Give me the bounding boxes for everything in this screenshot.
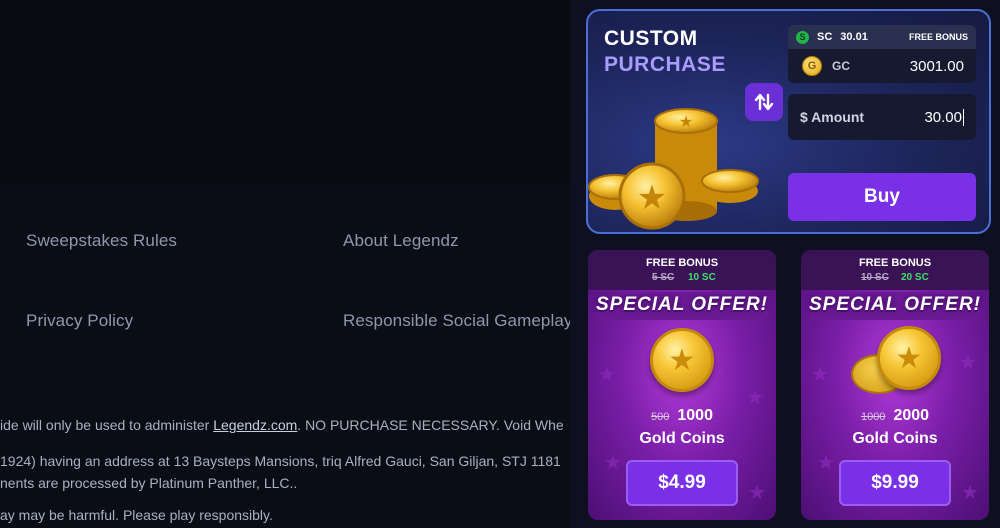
offer-card-1[interactable]: FREE BONUS 5 SC 10 SC ★ ★ ★ ★ SPECIAL OF… (588, 250, 776, 520)
price-button-999[interactable]: $9.99 (839, 460, 951, 506)
sc-coin-icon: S (796, 30, 809, 44)
swap-currency-button[interactable] (745, 83, 783, 121)
star-decoration-icon: ★ (748, 482, 766, 504)
link-about-legendz[interactable]: About Legendz (343, 231, 459, 251)
footer-area: Sweepstakes Rules About Legendz Privacy … (0, 0, 573, 528)
star-decoration-icon: ★ (604, 452, 622, 474)
gold-coin-icon: ★ (650, 328, 714, 392)
offer-header (588, 250, 776, 290)
sc-label: SC (817, 31, 833, 43)
coin-amount: 500 1000 (588, 407, 776, 425)
disclaimer-line-1: ide will only be used to administer Lege… (0, 417, 570, 433)
link-responsible-gameplay[interactable]: Responsible Social Gameplay (343, 311, 573, 331)
custom-purchase-title: CUSTOM (604, 27, 698, 50)
link-sweepstakes-rules[interactable]: Sweepstakes Rules (26, 231, 177, 251)
free-bonus-label: FREE BONUS (908, 32, 968, 42)
gc-value: 3001.00 (909, 57, 964, 75)
star-decoration-icon: ★ (959, 352, 977, 374)
footer-top-blank (0, 0, 570, 185)
svg-text:★: ★ (637, 178, 667, 218)
offer-card-2[interactable]: FREE BONUS 10 SC 20 SC ★ ★ ★ ★ SPECIAL O… (801, 250, 989, 520)
gc-label: GC (832, 59, 850, 73)
disclaimer-text: ide will only be used to administer (0, 417, 214, 433)
gc-display: G GC 3001.00 (788, 49, 976, 83)
gold-coin-icon: ★ (877, 326, 941, 390)
disclaimer-text: . NO PURCHASE NECESSARY. Void Whe (297, 417, 564, 433)
coin-amount: 1000 2000 (801, 407, 989, 425)
offer-header (801, 250, 989, 290)
disclaimer-line-3: nents are processed by Platinum Panther,… (0, 475, 298, 491)
gc-coin-icon: G (802, 56, 822, 76)
old-sc-bonus: 5 SC (652, 272, 675, 283)
amount-label: $ Amount (800, 109, 865, 125)
star-decoration-icon: ★ (598, 364, 616, 386)
custom-purchase-card: CUSTOM PURCHASE ★ ★ S SC 30.01 FREE BONU… (586, 9, 991, 234)
gold-coins-label: Gold Coins (852, 430, 938, 447)
legendz-link[interactable]: Legendz.com (213, 417, 297, 433)
svg-text:★: ★ (679, 112, 693, 131)
new-coin-amount: 2000 (893, 407, 930, 424)
star-decoration-icon: ★ (817, 452, 835, 474)
old-coin-amount: 1000 (860, 411, 886, 423)
amount-value[interactable]: 30.00 (924, 108, 964, 126)
special-offer-title: SPECIAL OFFER! (596, 294, 768, 315)
old-sc-bonus: 10 SC (861, 272, 889, 283)
buy-button[interactable]: Buy (788, 173, 976, 221)
new-coin-amount: 1000 (677, 407, 713, 424)
new-sc-bonus: 20 SC (901, 272, 929, 283)
special-offer-title: SPECIAL OFFER! (809, 294, 981, 315)
star-decoration-icon: ★ (961, 482, 979, 504)
new-sc-bonus: 10 SC (688, 272, 716, 283)
star-decoration-icon: ★ (811, 364, 829, 386)
sc-value: 30.01 (840, 31, 868, 43)
free-bonus-label: FREE BONUS (858, 257, 932, 269)
disclaimer-line-2: 1924) having an address at 13 Baysteps M… (0, 453, 561, 469)
custom-purchase-subtitle: PURCHASE (604, 53, 726, 76)
old-coin-amount: 500 (651, 411, 670, 423)
disclaimer-line-4: ay may be harmful. Please play responsib… (0, 507, 273, 523)
free-bonus-label: FREE BONUS (645, 257, 719, 269)
gold-coins-label: Gold Coins (639, 430, 725, 447)
price-button-499[interactable]: $4.99 (626, 460, 738, 506)
footer-links: Sweepstakes Rules About Legendz Privacy … (0, 185, 573, 395)
swap-arrows-icon (754, 93, 774, 111)
amount-input[interactable]: $ Amount 30.00 (788, 94, 976, 140)
sc-display: S SC 30.01 FREE BONUS (788, 25, 976, 49)
link-privacy-policy[interactable]: Privacy Policy (26, 311, 133, 331)
